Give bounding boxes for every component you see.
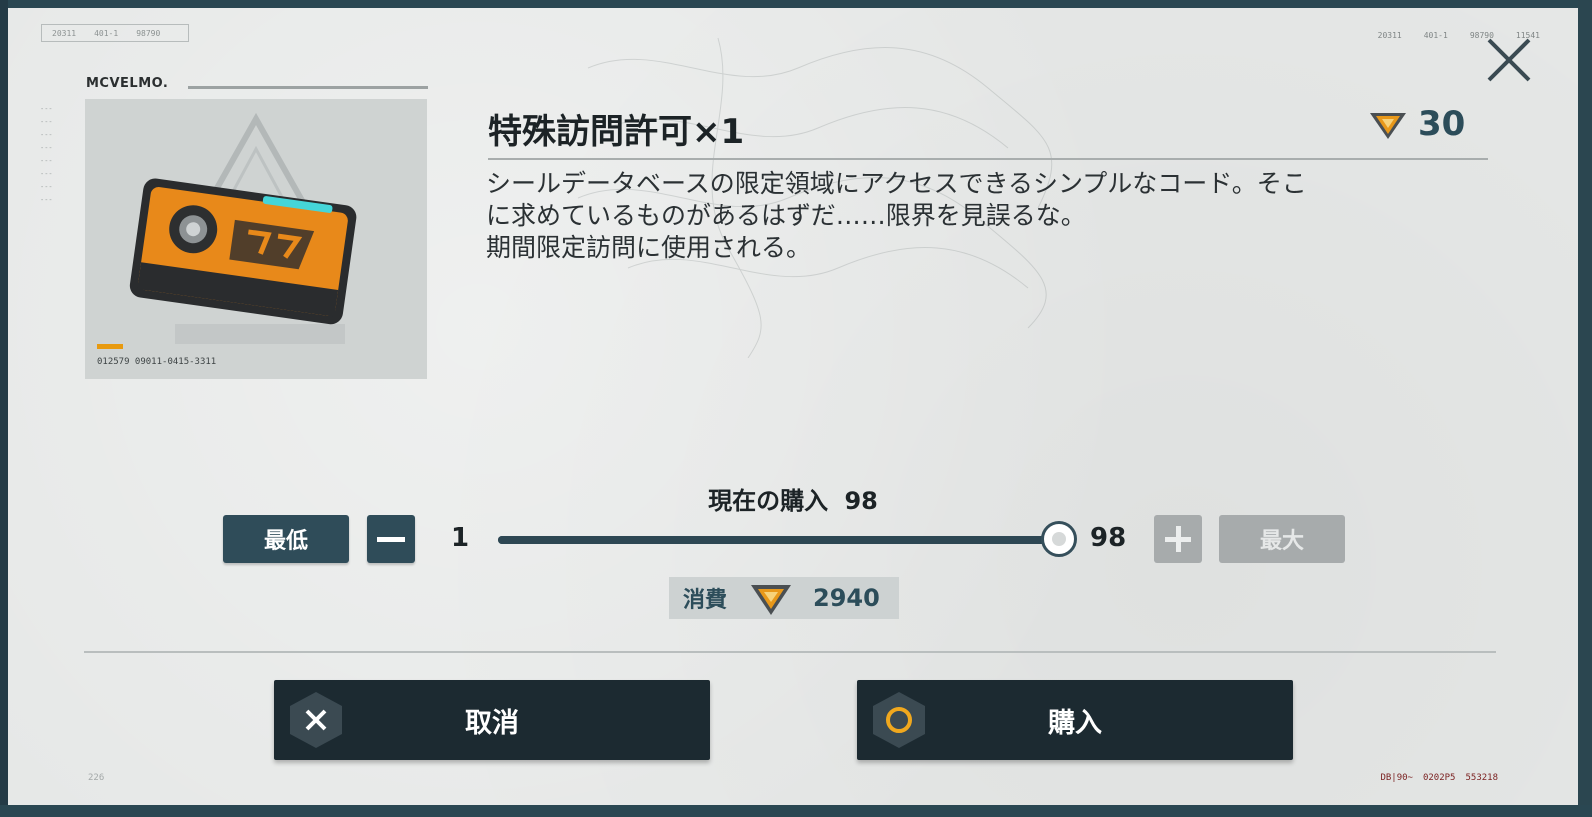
title-divider [488, 158, 1488, 160]
slider-min-value: 1 [450, 523, 470, 553]
background-bottom-strip [0, 805, 1592, 817]
background-right-strip [1578, 0, 1592, 817]
cost-value: 2940 [813, 584, 880, 612]
currency-icon [751, 585, 792, 615]
max-button[interactable]: 最大 [1219, 515, 1345, 563]
image-accent-bar [97, 344, 123, 349]
description-line: 期間限定訪問に使用される。 [486, 233, 812, 262]
serial-code-top-left: 20311 401-1 98790 [41, 24, 189, 42]
item-title: 特殊訪問許可×1 [488, 112, 745, 152]
price-value: 30 [1418, 104, 1466, 144]
brand-logo: MCVELMO. [86, 76, 169, 91]
decrement-button[interactable] [367, 515, 415, 563]
background-left-strip [0, 0, 8, 817]
description-line: に求めているものがあるはずだ……限界を見誤るな。 [486, 201, 1086, 230]
purchase-dialog: 20311 401-1 98790 20311 401-1 98790 11541 ---… [8, 8, 1578, 805]
close-icon[interactable] [1483, 34, 1535, 86]
buy-button[interactable]: 購入 [857, 680, 1293, 760]
serial-code-bottom-left: 226 [88, 773, 105, 783]
slider-thumb-dot [1052, 532, 1066, 546]
current-purchase-label: 現在の購入 98 [8, 481, 1578, 516]
current-purchase-value: 98 [844, 487, 878, 515]
actions-divider [84, 651, 1496, 653]
side-tick-marks: --- --- --- --- --- --- --- --- [40, 105, 53, 204]
increment-button[interactable] [1154, 515, 1202, 563]
buy-label: 購入 [1048, 707, 1102, 739]
currency-icon [1370, 113, 1406, 139]
current-purchase-text: 現在の購入 [708, 487, 829, 515]
slider-max-value: 98 [1090, 523, 1127, 553]
total-cost: 消費 2940 [669, 577, 899, 619]
quantity-slider-thumb[interactable] [1041, 521, 1077, 557]
description-line: シールデータベースの限定領域にアクセスできるシンプルなコード。そこ [486, 169, 1307, 198]
image-serial-code: 012579 09011-0415-3311 [97, 357, 217, 367]
brand-underline [188, 86, 428, 89]
item-price: 30 [1368, 104, 1465, 144]
item-image: 012579 09011-0415-3311 [85, 99, 427, 379]
quantity-slider-fill [498, 536, 1058, 544]
quantity-slider-track[interactable] [498, 536, 1058, 544]
item-description: シールデータベースの限定領域にアクセスできるシンプルなコード。そこ に求めている… [486, 168, 1496, 264]
access-card-illustration [129, 112, 357, 344]
minus-icon [377, 536, 405, 542]
cancel-button[interactable]: 取消 [274, 680, 710, 760]
serial-code-bottom-right: DB|90~ 0202P5 553218 [1380, 773, 1498, 783]
cost-label: 消費 [683, 588, 728, 613]
cancel-label: 取消 [465, 707, 519, 739]
min-button[interactable]: 最低 [223, 515, 349, 563]
